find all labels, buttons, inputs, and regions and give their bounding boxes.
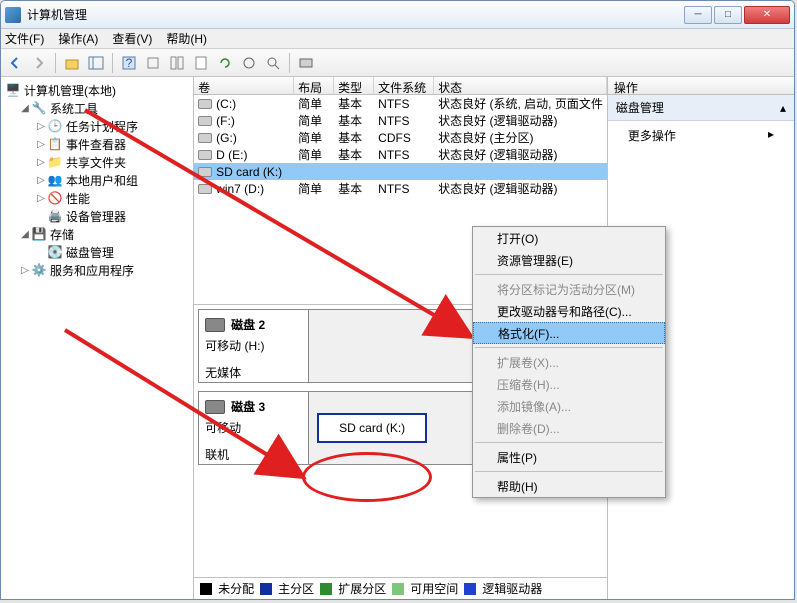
context-menu: 打开(O) 资源管理器(E) 将分区标记为活动分区(M) 更改驱动器号和路径(C… — [472, 226, 666, 498]
ctx-shrink: 压缩卷(H)... — [473, 373, 665, 395]
main-window: 计算机管理 ─ □ ✕ 文件(F) 操作(A) 查看(V) 帮助(H) ? 🖥️… — [0, 0, 795, 600]
tree-root[interactable]: 🖥️计算机管理(本地) — [3, 81, 191, 99]
volume-row-selected[interactable]: SD card (K:) — [194, 163, 607, 180]
settings-icon[interactable] — [239, 53, 259, 73]
ctx-change-letter[interactable]: 更改驱动器号和路径(C)... — [473, 300, 665, 322]
drive-icon — [198, 99, 212, 109]
ctx-extend: 扩展卷(X)... — [473, 351, 665, 373]
actions-section[interactable]: 磁盘管理▴ — [608, 95, 794, 121]
minimize-button[interactable]: ─ — [684, 6, 712, 24]
drive-icon — [198, 150, 212, 160]
svg-text:?: ? — [126, 56, 133, 70]
volume-row[interactable]: win7 (D:)简单基本NTFS状态良好 (逻辑驱动器) — [194, 180, 607, 197]
col-type[interactable]: 类型 — [334, 77, 374, 94]
tree-localusr[interactable]: ▷👥本地用户和组 — [3, 171, 191, 189]
drive-icon — [198, 167, 212, 177]
legend-extended-icon — [320, 583, 332, 595]
tree-diskmgmt[interactable]: 💽磁盘管理 — [3, 243, 191, 261]
col-fs[interactable]: 文件系统 — [374, 77, 434, 94]
toolbar: ? — [1, 49, 794, 77]
disk-icon — [205, 400, 225, 414]
titlebar[interactable]: 计算机管理 ─ □ ✕ — [1, 1, 794, 29]
volume-row[interactable]: D (E:)简单基本NTFS状态良好 (逻辑驱动器) — [194, 146, 607, 163]
forward-button[interactable] — [29, 53, 49, 73]
menu-view[interactable]: 查看(V) — [112, 30, 152, 47]
tree-sharedf[interactable]: ▷📁共享文件夹 — [3, 153, 191, 171]
properties-icon[interactable] — [191, 53, 211, 73]
ctx-open[interactable]: 打开(O) — [473, 227, 665, 249]
ctx-mark-active: 将分区标记为活动分区(M) — [473, 278, 665, 300]
tree-systools[interactable]: ◢🔧系统工具 — [3, 99, 191, 117]
ctx-delete: 删除卷(D)... — [473, 417, 665, 439]
actions-header: 操作 — [608, 77, 794, 95]
legend-unalloc-icon — [200, 583, 212, 595]
legend: 未分配 主分区 扩展分区 可用空间 逻辑驱动器 — [194, 577, 607, 599]
tool-icon-1[interactable] — [143, 53, 163, 73]
show-hide-icon[interactable] — [86, 53, 106, 73]
help-icon[interactable]: ? — [119, 53, 139, 73]
app-icon — [5, 7, 21, 23]
window-title: 计算机管理 — [27, 6, 684, 23]
nav-tree: 🖥️计算机管理(本地) ◢🔧系统工具 ▷🕒任务计划程序 ▷📋事件查看器 ▷📁共享… — [1, 77, 194, 599]
drive-icon — [198, 116, 212, 126]
menu-action[interactable]: 操作(A) — [58, 30, 98, 47]
partition-sdcard[interactable]: SD card (K:) — [317, 413, 427, 443]
actions-more[interactable]: 更多操作▸ — [608, 121, 794, 150]
ctx-format[interactable]: 格式化(F)... — [473, 322, 665, 344]
legend-logical-icon — [464, 583, 476, 595]
col-status[interactable]: 状态 — [434, 77, 607, 94]
close-button[interactable]: ✕ — [744, 6, 790, 24]
drive-icon — [198, 133, 212, 143]
tree-devmgr[interactable]: 🖨️设备管理器 — [3, 207, 191, 225]
volume-row[interactable]: (F:)简单基本NTFS状态良好 (逻辑驱动器) — [194, 112, 607, 129]
disk-icon — [205, 318, 225, 332]
menu-help[interactable]: 帮助(H) — [166, 30, 207, 47]
legend-primary-icon — [260, 583, 272, 595]
collapse-icon: ▴ — [780, 101, 786, 115]
col-layout[interactable]: 布局 — [294, 77, 334, 94]
back-button[interactable] — [5, 53, 25, 73]
ctx-mirror: 添加镜像(A)... — [473, 395, 665, 417]
volume-list-header: 卷 布局 类型 文件系统 状态 — [194, 77, 607, 95]
legend-free-icon — [392, 583, 404, 595]
col-volume[interactable]: 卷 — [194, 77, 294, 94]
up-icon[interactable] — [62, 53, 82, 73]
tree-storage[interactable]: ◢💾存储 — [3, 225, 191, 243]
tree-eventvwr[interactable]: ▷📋事件查看器 — [3, 135, 191, 153]
tool-icon-2[interactable] — [167, 53, 187, 73]
refresh-icon[interactable] — [215, 53, 235, 73]
tree-svcapp[interactable]: ▷⚙️服务和应用程序 — [3, 261, 191, 279]
ctx-help[interactable]: 帮助(H) — [473, 475, 665, 497]
tree-perf[interactable]: ▷🚫性能 — [3, 189, 191, 207]
arrow-right-icon: ▸ — [768, 127, 774, 144]
tree-tasksched[interactable]: ▷🕒任务计划程序 — [3, 117, 191, 135]
ctx-explorer[interactable]: 资源管理器(E) — [473, 249, 665, 271]
volume-row[interactable]: (G:)简单基本CDFS状态良好 (主分区) — [194, 129, 607, 146]
drive-icon — [198, 184, 212, 194]
maximize-button[interactable]: □ — [714, 6, 742, 24]
ctx-properties[interactable]: 属性(P) — [473, 446, 665, 468]
menubar: 文件(F) 操作(A) 查看(V) 帮助(H) — [1, 29, 794, 49]
menu-file[interactable]: 文件(F) — [5, 30, 44, 47]
extra-icon[interactable] — [296, 53, 316, 73]
list-icon[interactable] — [263, 53, 283, 73]
volume-row[interactable]: (C:)简单基本NTFS状态良好 (系统, 启动, 页面文件 — [194, 95, 607, 112]
